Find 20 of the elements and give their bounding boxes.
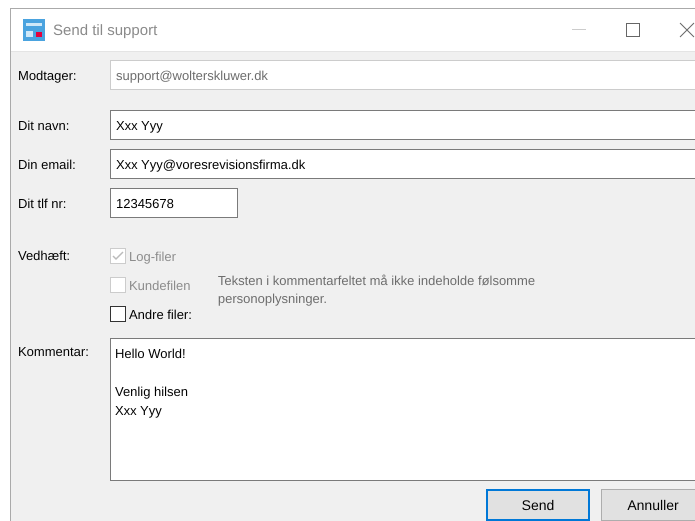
dialog-button[interactable]: Annuller <box>601 489 695 521</box>
dialog-button[interactable]: Send <box>486 489 590 521</box>
close-icon <box>679 22 695 38</box>
maximize-icon <box>626 23 640 37</box>
field-label: Modtager: <box>18 68 78 82</box>
checkbox-label[interactable]: Andre filer: <box>129 306 192 322</box>
comment-field[interactable]: Hello World! Venlig hilsen Xxx Yyy <box>110 338 695 481</box>
field-label: Vedhæft: <box>18 248 72 265</box>
privacy-note: Teksten i kommentarfeltet må ikke indeholde følsomme personoplysninger. <box>218 272 536 308</box>
field-label: Dit navn: <box>18 118 70 132</box>
input-field[interactable]: Xxx Yyy <box>110 110 695 140</box>
field-label: Kommentar: <box>18 344 90 359</box>
input-field[interactable]: 12345678 <box>110 188 238 218</box>
app-logo-icon <box>23 19 45 41</box>
field-label: Din email: <box>18 156 77 172</box>
input-field[interactable]: Xxx Yyy@voresrevisionsfirma.dk <box>110 149 695 179</box>
field-label: Dit tlf nr: <box>18 196 68 210</box>
minimize-icon <box>572 29 586 31</box>
checkbox[interactable] <box>110 306 126 322</box>
window-title: Send til support <box>53 22 158 38</box>
